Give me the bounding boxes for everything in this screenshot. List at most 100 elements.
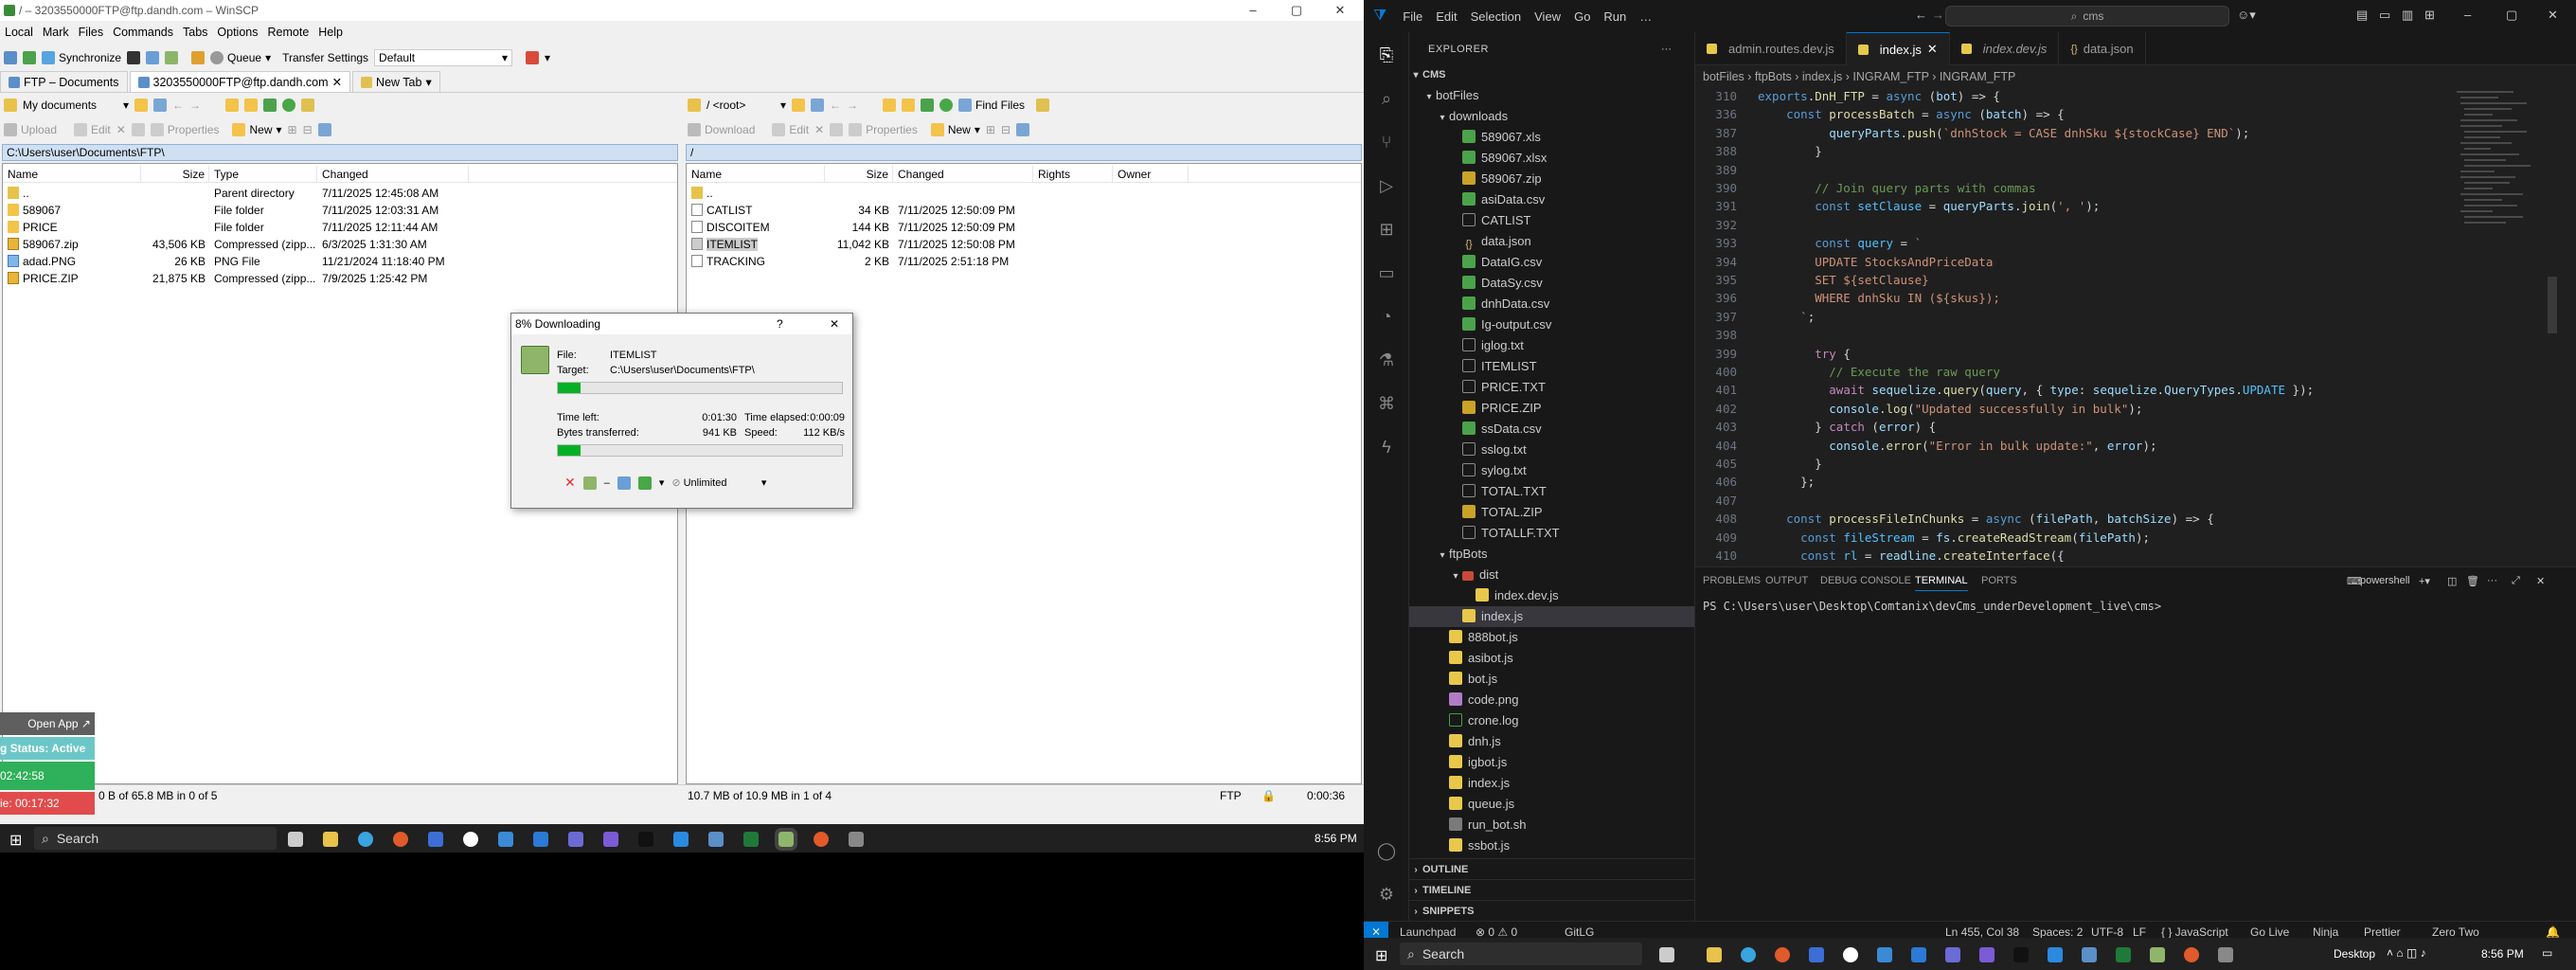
file-explorer-icon[interactable] xyxy=(323,832,338,847)
cancel-icon[interactable]: ✕ xyxy=(564,475,576,491)
teams-icon[interactable] xyxy=(1945,947,1960,962)
tab-remote-session[interactable]: 3203550000FTP@ftp.dandh.com ✕ xyxy=(129,71,351,92)
tree-item[interactable]: 589067.xlsx xyxy=(1409,148,1694,169)
forward-icon[interactable]: → xyxy=(847,99,858,112)
excel-icon[interactable] xyxy=(2116,947,2131,962)
table-row[interactable]: adad.PNG 26 KB PNG File 11/21/2024 11:18… xyxy=(3,253,677,270)
panel-tab-debug-console[interactable]: DEBUG CONSOLE xyxy=(1820,575,1911,586)
close-panel-icon[interactable]: ✕ xyxy=(2536,575,2545,587)
parent-dir-icon[interactable] xyxy=(883,99,896,112)
toggle-secondary-icon[interactable]: ▥ xyxy=(2402,8,2413,23)
taskbar-search[interactable]: ⌕ Search xyxy=(34,827,277,850)
app-icon[interactable] xyxy=(533,832,548,847)
tree-item[interactable]: index.dev.js xyxy=(1409,585,1694,606)
zoom-icon[interactable] xyxy=(1809,947,1824,962)
toggle-panel-icon[interactable]: ▭ xyxy=(2379,8,2390,23)
new-button[interactable]: New ▾ xyxy=(232,123,282,136)
indentation[interactable]: Spaces: 2 xyxy=(2032,925,2083,938)
close-button[interactable]: ✕ xyxy=(2548,8,2558,23)
close-icon[interactable]: ✕ xyxy=(332,75,342,89)
app-icon[interactable] xyxy=(2218,947,2233,962)
tree-item[interactable]: TOTAL.ZIP xyxy=(1409,502,1694,523)
tree-item[interactable]: PRICE.TXT xyxy=(1409,377,1694,398)
chrome-profile-icon[interactable] xyxy=(1775,947,1790,962)
python-icon[interactable]: ⌘ xyxy=(1375,392,1398,415)
move-to-background-icon[interactable] xyxy=(582,476,597,490)
copilot-icon[interactable]: ☺▾ xyxy=(2237,8,2256,23)
table-row[interactable]: DISCOITEM 144 KB 7/11/2025 12:50:09 PM xyxy=(687,219,1361,236)
select-all-icon[interactable]: ⊞ xyxy=(986,123,995,136)
new-button[interactable]: New ▾ xyxy=(930,123,980,136)
home-dir-icon[interactable] xyxy=(921,99,934,112)
menu-view[interactable]: View xyxy=(1528,9,1567,24)
refresh-icon[interactable] xyxy=(282,99,295,112)
workspace-root[interactable]: ▾ CMS xyxy=(1409,64,1694,85)
source-control-icon[interactable]: ⑂ xyxy=(1375,131,1398,153)
menu-selection[interactable]: Selection xyxy=(1464,9,1528,24)
tab-index-dev-js[interactable]: index.dev.js xyxy=(1950,32,2060,65)
tree-item[interactable]: sylog.txt xyxy=(1409,460,1694,481)
edge-icon[interactable] xyxy=(1877,947,1892,962)
toggle-sidebar-icon[interactable]: ▤ xyxy=(2356,8,2368,23)
desktop-label[interactable]: Desktop xyxy=(2334,947,2375,961)
explorer-icon[interactable]: ⎘ xyxy=(1375,44,1398,66)
run-debug-icon[interactable]: ▷ xyxy=(1375,174,1398,197)
back-icon[interactable]: ← xyxy=(172,99,184,112)
problems-indicator[interactable]: ⊗ 0 ⚠ 0 xyxy=(1476,925,1517,938)
open-app-button[interactable]: Open App ↗ xyxy=(0,712,95,735)
terminal-icon[interactable] xyxy=(638,832,653,847)
select-all-icon[interactable]: ⊞ xyxy=(288,123,297,136)
winscp-icon[interactable] xyxy=(775,828,797,851)
code-editor[interactable]: 310 exports.DnH_FTP = async (bot) => {336… xyxy=(1695,87,2576,566)
bookmark-icon[interactable] xyxy=(301,99,314,112)
back-icon[interactable]: ← xyxy=(1915,8,1927,22)
tree-item[interactable]: TOTALLF.TXT xyxy=(1409,523,1694,544)
speed-limit-select[interactable]: ⊘ Unlimited ▾ xyxy=(671,476,766,490)
table-row[interactable]: PRICE File folder 7/11/2025 12:11:44 AM xyxy=(3,219,677,236)
properties-button[interactable]: Properties xyxy=(849,123,918,136)
layout-icon[interactable]: ⊞ xyxy=(2424,8,2435,23)
new-terminal-icon[interactable]: +▾ xyxy=(2419,575,2430,587)
snippets-section[interactable]: › SNIPPETS xyxy=(1409,900,1694,921)
tree-item[interactable]: bot.js xyxy=(1409,669,1694,690)
testing-icon[interactable]: ⚗ xyxy=(1375,349,1398,371)
download-button[interactable]: Download xyxy=(688,123,755,136)
tree-item[interactable]: ▾ botFiles xyxy=(1409,85,1694,106)
col-name[interactable]: Name xyxy=(687,166,825,182)
tree-item[interactable]: DataSy.csv xyxy=(1409,273,1694,294)
tab-new[interactable]: New Tab ▾ xyxy=(352,71,440,92)
command-center-search[interactable]: ⌕ cms xyxy=(1945,6,2229,27)
breadcrumb[interactable]: botFiles › ftpBots › index.js › INGRAM_F… xyxy=(1695,66,2576,87)
tree-item[interactable]: dnh.js xyxy=(1409,731,1694,752)
right-path-bar[interactable]: / xyxy=(686,144,1362,161)
panel-tab-output[interactable]: OUTPUT xyxy=(1765,575,1808,586)
right-location-select[interactable]: / <root> ▾ xyxy=(707,99,786,112)
unselect-icon[interactable]: ⊟ xyxy=(303,123,313,136)
transfer-settings-select[interactable]: Default ▾ xyxy=(374,49,513,66)
tree-item[interactable]: TOTAL.TXT xyxy=(1409,481,1694,502)
thunder-client-icon[interactable]: ϟ xyxy=(1375,436,1398,458)
rename-icon[interactable] xyxy=(830,123,844,136)
terminal-icon[interactable] xyxy=(2013,947,2029,962)
tree-item[interactable]: DataIG.csv xyxy=(1409,252,1694,273)
maximize-panel-icon[interactable]: ⤢ xyxy=(2512,575,2520,587)
chrome-icon[interactable] xyxy=(358,832,373,847)
notifications-icon[interactable]: 🔔 xyxy=(2546,925,2560,938)
col-owner[interactable]: Owner xyxy=(1113,166,1189,182)
tree-item[interactable]: asiData.csv xyxy=(1409,189,1694,210)
edit-button[interactable]: Edit xyxy=(74,123,111,136)
kill-terminal-icon[interactable]: 🗑 xyxy=(2466,575,2479,587)
tree-item[interactable]: 888bot.js xyxy=(1409,627,1694,648)
maximize-button[interactable]: ▢ xyxy=(2506,8,2517,23)
synchronize-button[interactable]: Synchronize xyxy=(42,51,121,64)
panel-tab-terminal[interactable]: TERMINAL xyxy=(1915,575,1968,591)
close-button[interactable]: ✕ xyxy=(1318,0,1362,21)
more-actions-icon[interactable]: ··· xyxy=(1661,40,1672,59)
cursor-position[interactable]: Ln 455, Col 38 xyxy=(1945,925,2019,938)
tree-item[interactable]: code.png xyxy=(1409,690,1694,710)
taskbar-search[interactable]: ⌕ Search xyxy=(1400,943,1642,965)
app-icon[interactable] xyxy=(1911,947,1926,962)
local-icon[interactable] xyxy=(4,51,17,64)
refresh-icon[interactable] xyxy=(939,99,953,112)
tree-item[interactable]: ITEMLIST xyxy=(1409,356,1694,377)
